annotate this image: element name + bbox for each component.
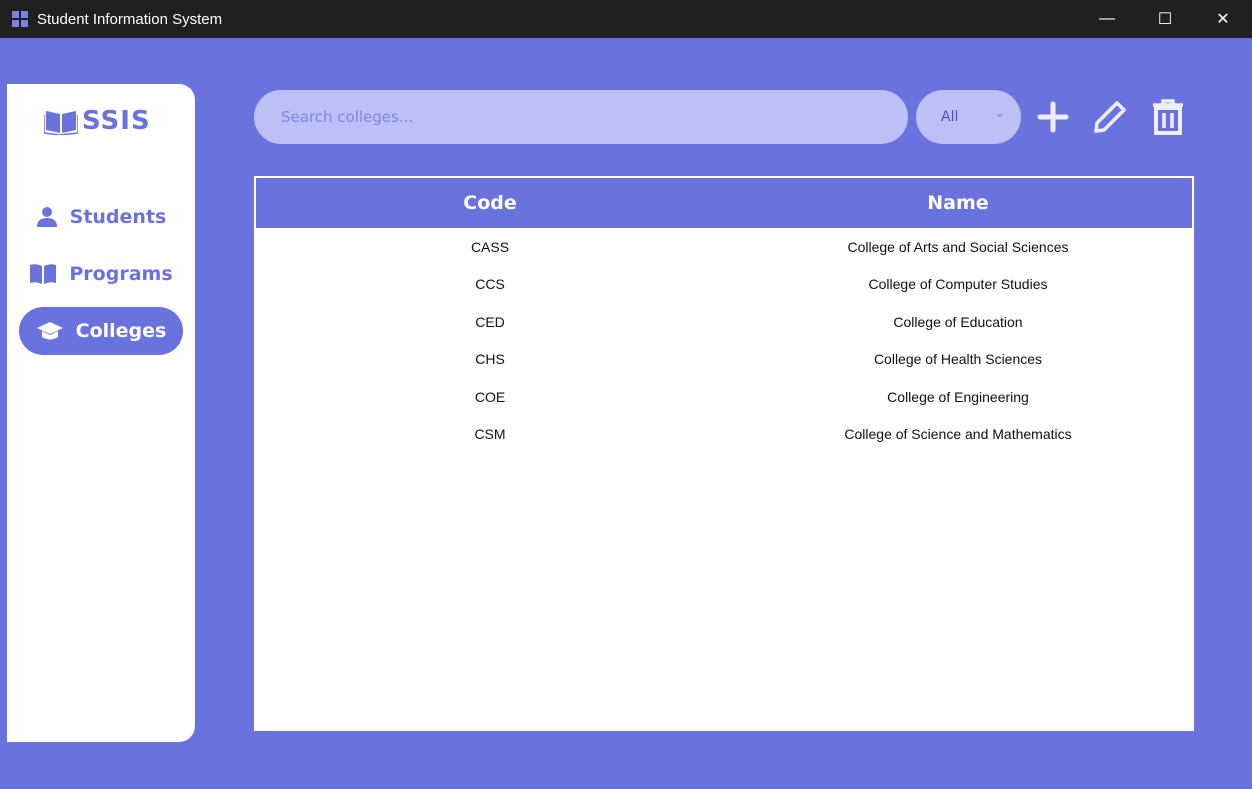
cell-name: College of Arts and Social Sciences	[847, 238, 1069, 255]
cell-name: College of Education	[893, 313, 1023, 330]
book-icon	[30, 264, 57, 284]
sidebar-item-students[interactable]: Students	[19, 193, 183, 241]
table-row[interactable]: CHS College of Health Sciences	[256, 341, 1192, 379]
edit-button[interactable]	[1090, 96, 1130, 138]
table-row[interactable]: CSM College of Science and Mathematics	[256, 416, 1192, 454]
add-button[interactable]	[1033, 96, 1073, 138]
filter-value: All	[941, 109, 959, 125]
search-input[interactable]	[254, 90, 908, 144]
logo-text: SSIS	[82, 106, 151, 136]
table-row[interactable]: COE College of Engineering	[256, 378, 1192, 416]
window-title: Student Information System	[37, 10, 223, 28]
plus-icon	[1037, 101, 1069, 133]
sidebar-item-programs[interactable]: Programs	[19, 250, 183, 298]
delete-button[interactable]	[1148, 96, 1188, 138]
maximize-button[interactable]: ☐	[1136, 0, 1194, 38]
filter-select[interactable]: All ⌄	[916, 90, 1021, 144]
table-row[interactable]: CASS College of Arts and Social Sciences	[256, 228, 1192, 266]
cell-name: College of Science and Mathematics	[844, 426, 1072, 443]
sidebar: SSIS Students Programs Colleges	[7, 84, 195, 742]
cell-name: College of Health Sciences	[873, 351, 1043, 368]
cell-name: College of Engineering	[887, 388, 1029, 405]
colleges-table: Code Name CASS College of Arts and Social…	[254, 176, 1194, 731]
column-header-name[interactable]: Name	[724, 192, 1192, 214]
cell-name: College of Computer Studies	[868, 276, 1048, 293]
cell-code: COE	[474, 388, 506, 405]
graduation-cap-icon	[36, 322, 63, 340]
pencil-icon	[1094, 101, 1126, 133]
cell-code: CSM	[474, 426, 506, 443]
sidebar-item-colleges[interactable]: Colleges	[19, 307, 183, 355]
cell-code: CCS	[475, 276, 505, 293]
app-icon	[12, 11, 28, 27]
logo: SSIS	[44, 106, 151, 136]
book-logo-icon	[44, 111, 78, 135]
sidebar-item-label: Programs	[69, 263, 173, 285]
close-button[interactable]: ✕	[1194, 0, 1252, 38]
chevron-down-icon: ⌄	[994, 106, 1005, 121]
cell-code: CASS	[470, 238, 510, 255]
user-icon	[36, 207, 57, 227]
sidebar-item-label: Students	[69, 206, 167, 228]
trash-icon	[1153, 99, 1183, 135]
title-bar: Student Information System — ☐ ✕	[0, 0, 1252, 38]
table-row[interactable]: CCS College of Computer Studies	[256, 266, 1192, 304]
column-header-code[interactable]: Code	[256, 192, 724, 214]
minimize-button[interactable]: —	[1078, 0, 1136, 38]
table-row[interactable]: CED College of Education	[256, 303, 1192, 341]
cell-code: CED	[475, 313, 505, 330]
table-header: Code Name	[256, 178, 1192, 228]
cell-code: CHS	[475, 351, 505, 368]
sidebar-item-label: Colleges	[75, 320, 167, 342]
